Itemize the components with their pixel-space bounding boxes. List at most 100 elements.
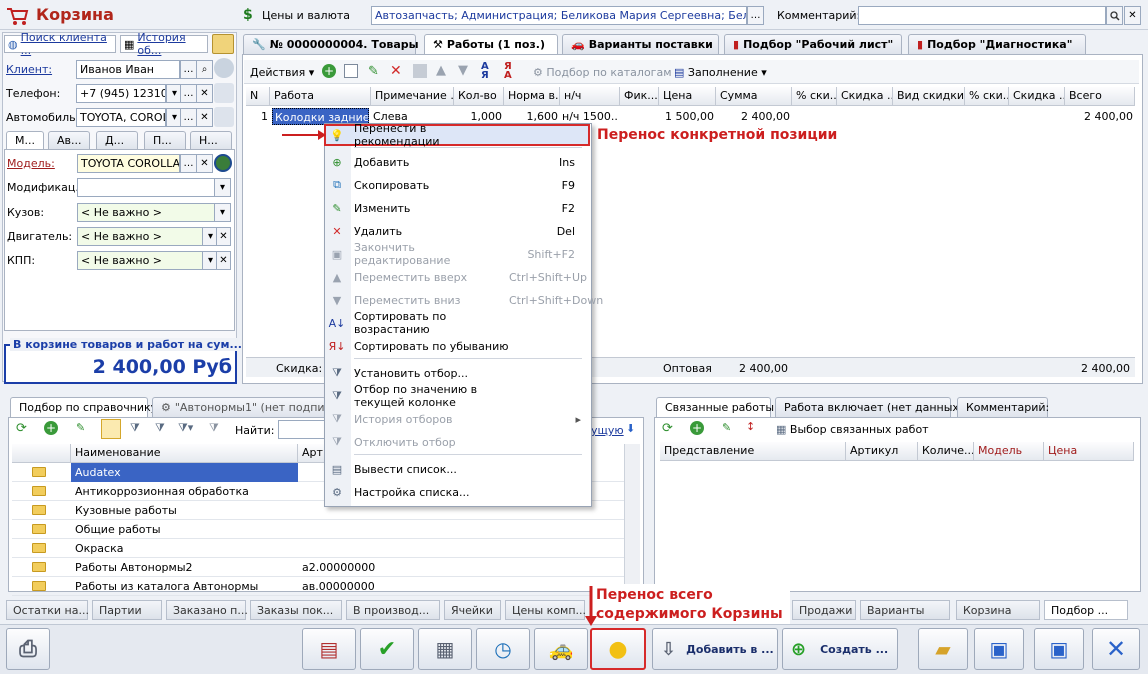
- filter-history-icon[interactable]: ⧩▾: [178, 421, 193, 435]
- related-col-1[interactable]: Артикул: [846, 442, 918, 461]
- grid-cell-6[interactable]: [622, 108, 657, 125]
- fill-menu[interactable]: ▤ Заполнение ▾: [674, 66, 767, 79]
- client-card-icon[interactable]: [214, 58, 234, 78]
- menu-item-12[interactable]: ⧩ История отборов ▸: [326, 408, 589, 430]
- menu-item-6[interactable]: ▲ Переместить вверх Ctrl+Shift+Up: [326, 266, 589, 288]
- end-edit-icon[interactable]: [413, 64, 427, 78]
- search-client-button[interactable]: ◍ Поиск клиента ...: [4, 31, 116, 57]
- grid-col-0[interactable]: N: [246, 87, 270, 106]
- menu-item-11[interactable]: ⧩ Отбор по значению в текущей колонке: [326, 383, 589, 409]
- tab-supply-options[interactable]: 🚗 Варианты поставки: [562, 34, 719, 54]
- bottom-tab-5[interactable]: Ячейки: [444, 600, 501, 620]
- search-icon[interactable]: [1106, 6, 1123, 25]
- bottom-tab-9[interactable]: Корзина: [956, 600, 1040, 620]
- grid-col-11[interactable]: Вид скидки: [893, 87, 965, 106]
- grid-col-3[interactable]: Кол-во: [454, 87, 504, 106]
- phone-action-icon[interactable]: [214, 83, 234, 103]
- body-field[interactable]: < Не важно >: [77, 203, 215, 222]
- refresh-icon[interactable]: ⟳: [16, 421, 27, 436]
- create-button[interactable]: ⊕ Создать ...: [782, 628, 898, 670]
- model-field[interactable]: TOYOTA COROLLA: [77, 154, 180, 173]
- history-button[interactable]: ▦ История об...: [120, 31, 208, 57]
- move-down-icon[interactable]: ▼: [458, 63, 468, 78]
- grid-col-4[interactable]: Норма в...: [504, 87, 560, 106]
- grid-col-7[interactable]: Цена: [659, 87, 716, 106]
- tab-goods[interactable]: 🔧 № 0000000004. Товары: [243, 34, 419, 54]
- client-search-icon[interactable]: ⌕: [196, 60, 213, 79]
- kpp-clear-icon[interactable]: ✕: [216, 251, 231, 270]
- menu-item-1[interactable]: ⊕ Добавить Ins: [326, 151, 589, 173]
- body-dropdown[interactable]: ▾: [214, 203, 231, 222]
- tab-related-works[interactable]: Связанные работы: [656, 397, 774, 417]
- menu-item-10[interactable]: ⧩ Установить отбор...: [326, 362, 589, 384]
- save-button[interactable]: ▣: [1034, 628, 1084, 670]
- menu-item-3[interactable]: ✎ Изменить F2: [326, 197, 589, 219]
- dollar-icon[interactable]: $: [243, 7, 257, 23]
- find-link[interactable]: ущую: [591, 424, 624, 437]
- bottom-tab-10[interactable]: Подбор ...: [1044, 600, 1128, 620]
- filter-value-icon[interactable]: ⧩: [155, 421, 165, 435]
- tab-by-reference[interactable]: Подбор по справочнику: [10, 397, 157, 417]
- tab-autonorms[interactable]: ⚙ "Автонормы1" (нет подпис: [152, 397, 331, 417]
- find-field[interactable]: [278, 420, 326, 439]
- add-icon[interactable]: +: [322, 64, 336, 78]
- sort-icon[interactable]: ↕: [746, 420, 755, 433]
- bottom-tab-4[interactable]: В производ...: [346, 600, 440, 620]
- move-up-icon[interactable]: ▲: [436, 63, 446, 78]
- grid-col-13[interactable]: Скидка ...: [1009, 87, 1065, 106]
- grid-col-9[interactable]: % ски...: [792, 87, 837, 106]
- edit-icon[interactable]: ✎: [368, 64, 379, 79]
- save-close-button[interactable]: ▣: [974, 628, 1024, 670]
- grid-col-14[interactable]: Всего: [1065, 87, 1135, 106]
- edit-icon[interactable]: ✎: [76, 421, 85, 434]
- related-col-3[interactable]: Модель: [974, 442, 1044, 461]
- open-folder-button[interactable]: ▰: [918, 628, 968, 670]
- grid-col-1[interactable]: Работа: [270, 87, 371, 106]
- model-ellipsis[interactable]: …: [180, 154, 197, 173]
- bottom-tab-6[interactable]: Цены комп...: [505, 600, 586, 620]
- refresh-icon[interactable]: ⟳: [662, 421, 673, 436]
- arrow-down-icon[interactable]: ⬇: [626, 422, 635, 435]
- client-ellipsis[interactable]: …: [180, 60, 197, 79]
- grid-col-5[interactable]: н/ч: [560, 87, 620, 106]
- sort-asc-icon[interactable]: AЯ: [481, 62, 489, 81]
- menu-item-14[interactable]: ▤ Вывести список...: [326, 458, 589, 480]
- phone-ellipsis[interactable]: …: [180, 84, 197, 103]
- close-icon[interactable]: ✕: [1124, 6, 1141, 25]
- auto-clear-icon[interactable]: ✕: [196, 108, 213, 127]
- sort-desc-icon[interactable]: ЯA: [504, 62, 512, 81]
- grid-cell-8[interactable]: 2 400,00: [718, 108, 790, 125]
- actions-menu[interactable]: Действия ▾: [250, 66, 314, 79]
- comment-field[interactable]: [858, 6, 1106, 25]
- client-field[interactable]: Иванов Иван: [76, 60, 180, 79]
- bottom-tab-0[interactable]: Остатки на...: [6, 600, 89, 620]
- model-clear-icon[interactable]: ✕: [196, 154, 213, 173]
- hierarchy-icon[interactable]: [101, 419, 121, 439]
- related-col-4[interactable]: Цена: [1044, 442, 1134, 461]
- tab-works[interactable]: ⚒ Работы (1 поз.): [424, 34, 558, 54]
- subtab-4[interactable]: П...: [144, 131, 186, 149]
- delete-icon[interactable]: ✕: [390, 63, 402, 79]
- engine-clear-icon[interactable]: ✕: [216, 227, 231, 246]
- grid-cell-13[interactable]: [1011, 108, 1063, 125]
- menu-item-5[interactable]: ▣ Закончить редактирование Shift+F2: [326, 241, 589, 267]
- close-button[interactable]: ✕: [1092, 628, 1140, 670]
- info-field[interactable]: Автозапчасть; Администрация; Беликова Ма…: [371, 6, 747, 25]
- prices-link[interactable]: Цены и валюта: [262, 9, 350, 22]
- add-to-button[interactable]: ⇩ Добавить в ...: [652, 628, 778, 670]
- client-label[interactable]: Клиент:: [6, 63, 52, 76]
- tab-comment[interactable]: Комментарий:: [957, 397, 1049, 417]
- bottom-tab-8[interactable]: Варианты: [860, 600, 950, 620]
- modif-field[interactable]: [77, 178, 215, 197]
- grid-cell-12[interactable]: [967, 108, 1007, 125]
- grid-cell-11[interactable]: [895, 108, 963, 125]
- approve-cart-button[interactable]: ✔: [360, 628, 414, 670]
- filter-off-icon[interactable]: ⧩: [209, 421, 219, 435]
- bottom-tab-1[interactable]: Партии: [92, 600, 162, 620]
- transfer-all-button[interactable]: ●: [590, 628, 646, 670]
- tab-work-includes[interactable]: Работа включает (нет данных):: [775, 397, 967, 417]
- bottom-tab-7[interactable]: Продажи: [792, 600, 856, 620]
- auto-field[interactable]: TOYOTA, COROL: [76, 108, 166, 127]
- menu-item-9[interactable]: Я↓ Сортировать по убыванию: [326, 335, 589, 357]
- menu-item-15[interactable]: ⚙ Настройка списка...: [326, 481, 589, 503]
